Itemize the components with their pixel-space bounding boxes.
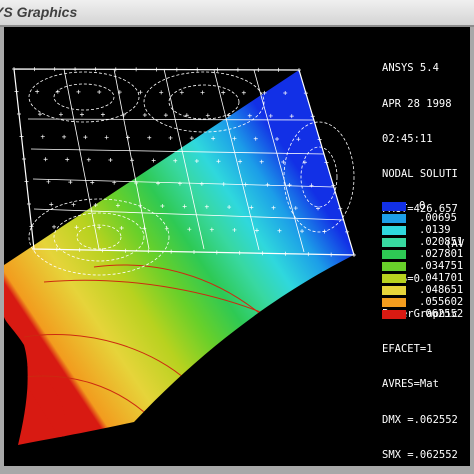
legend-swatch <box>382 238 406 247</box>
mesh-node <box>52 67 57 72</box>
legend-swatch <box>382 274 406 283</box>
mesh-node <box>46 179 51 184</box>
mesh-node <box>19 134 24 139</box>
info-line: 02:45:11 <box>382 132 433 145</box>
mesh-node <box>179 90 184 95</box>
legend-value: .062552 <box>419 308 464 320</box>
legend-swatch <box>382 286 406 295</box>
info-line: APR 28 1998 <box>382 97 452 110</box>
mesh-node <box>79 112 84 117</box>
mesh-node <box>62 134 67 139</box>
mesh-node <box>125 135 130 140</box>
legend-swatch <box>382 214 406 223</box>
mesh-node <box>83 135 88 140</box>
legend-value: .048651 <box>419 284 464 296</box>
legend-value: .041701 <box>419 272 464 284</box>
mesh-node <box>174 67 179 72</box>
legend-swatch <box>382 226 406 235</box>
window-title: YS Graphics <box>0 4 78 20</box>
mesh-node <box>52 224 57 229</box>
info-line: SMX =.062552 <box>382 448 458 461</box>
mesh-node <box>189 136 194 141</box>
info-line: AVRES=Mat <box>382 378 439 391</box>
mesh-node <box>76 89 81 94</box>
info-line: NODAL SOLUTI <box>382 167 458 180</box>
mesh-node <box>215 67 220 72</box>
legend-value: .034751 <box>419 260 464 272</box>
mesh-node <box>205 113 210 118</box>
deformed-shape <box>4 70 354 445</box>
legend-swatch <box>382 298 406 307</box>
graphics-viewport[interactable]: ANSYS 5.4 APR 28 1998 02:45:11 NODAL SOL… <box>4 27 470 466</box>
mesh-node <box>195 67 200 72</box>
mesh-node <box>221 90 226 95</box>
window-titlebar: YS Graphics <box>0 0 474 27</box>
mesh-node <box>168 135 173 140</box>
legend-value: .027801 <box>419 248 464 260</box>
mesh-node <box>108 158 113 162</box>
mesh-node <box>104 135 109 140</box>
mesh-node <box>22 157 26 161</box>
mesh-node <box>154 67 159 72</box>
mesh-node <box>17 112 21 116</box>
mesh-node <box>256 67 261 72</box>
mesh-node <box>43 157 48 162</box>
mesh-node <box>35 89 40 94</box>
mesh-node <box>58 112 63 117</box>
info-line: DMX =.062552 <box>382 413 458 426</box>
legend-swatch <box>382 250 406 259</box>
mesh-node <box>235 67 240 72</box>
mesh-node <box>134 67 139 72</box>
legend-value: .00695 <box>419 212 457 224</box>
info-line: ANSYS 5.4 <box>382 62 439 75</box>
mesh-node <box>65 157 70 162</box>
mesh-node <box>12 67 16 71</box>
mesh-node <box>24 179 29 184</box>
legend-swatch <box>382 310 406 319</box>
mesh-node <box>86 157 91 162</box>
legend-value: .055602 <box>419 296 464 308</box>
mesh-node <box>68 180 73 185</box>
mesh-node <box>142 112 147 117</box>
mesh-node <box>200 90 205 95</box>
legend-value: .020851 <box>419 236 464 248</box>
mesh-node <box>151 158 156 163</box>
mesh-node <box>163 113 168 118</box>
legend-value: .0139 <box>419 224 451 236</box>
window-frame-bottom <box>0 466 474 474</box>
info-line: EFACET=1 <box>382 343 433 356</box>
mesh-node <box>147 135 152 140</box>
mesh-node <box>37 112 42 117</box>
mesh-node <box>93 67 98 72</box>
mesh-node <box>55 89 60 94</box>
mesh-node <box>27 202 31 206</box>
mesh-node <box>159 90 164 95</box>
legend-swatch <box>382 202 406 211</box>
mesh-node <box>49 202 54 207</box>
mesh-node <box>32 67 37 72</box>
legend-swatch <box>382 262 406 271</box>
mesh-node <box>40 134 45 139</box>
mesh-node <box>97 89 102 94</box>
mesh-node <box>241 90 246 95</box>
mesh-node <box>276 67 281 72</box>
mesh-node <box>130 158 135 163</box>
mesh-node <box>71 202 76 207</box>
legend-value: 0 <box>419 200 426 212</box>
window-frame-right <box>470 27 474 474</box>
mesh-node <box>138 90 143 95</box>
mesh-node <box>100 112 105 117</box>
mesh-node <box>14 89 19 94</box>
mesh-node <box>73 67 78 72</box>
